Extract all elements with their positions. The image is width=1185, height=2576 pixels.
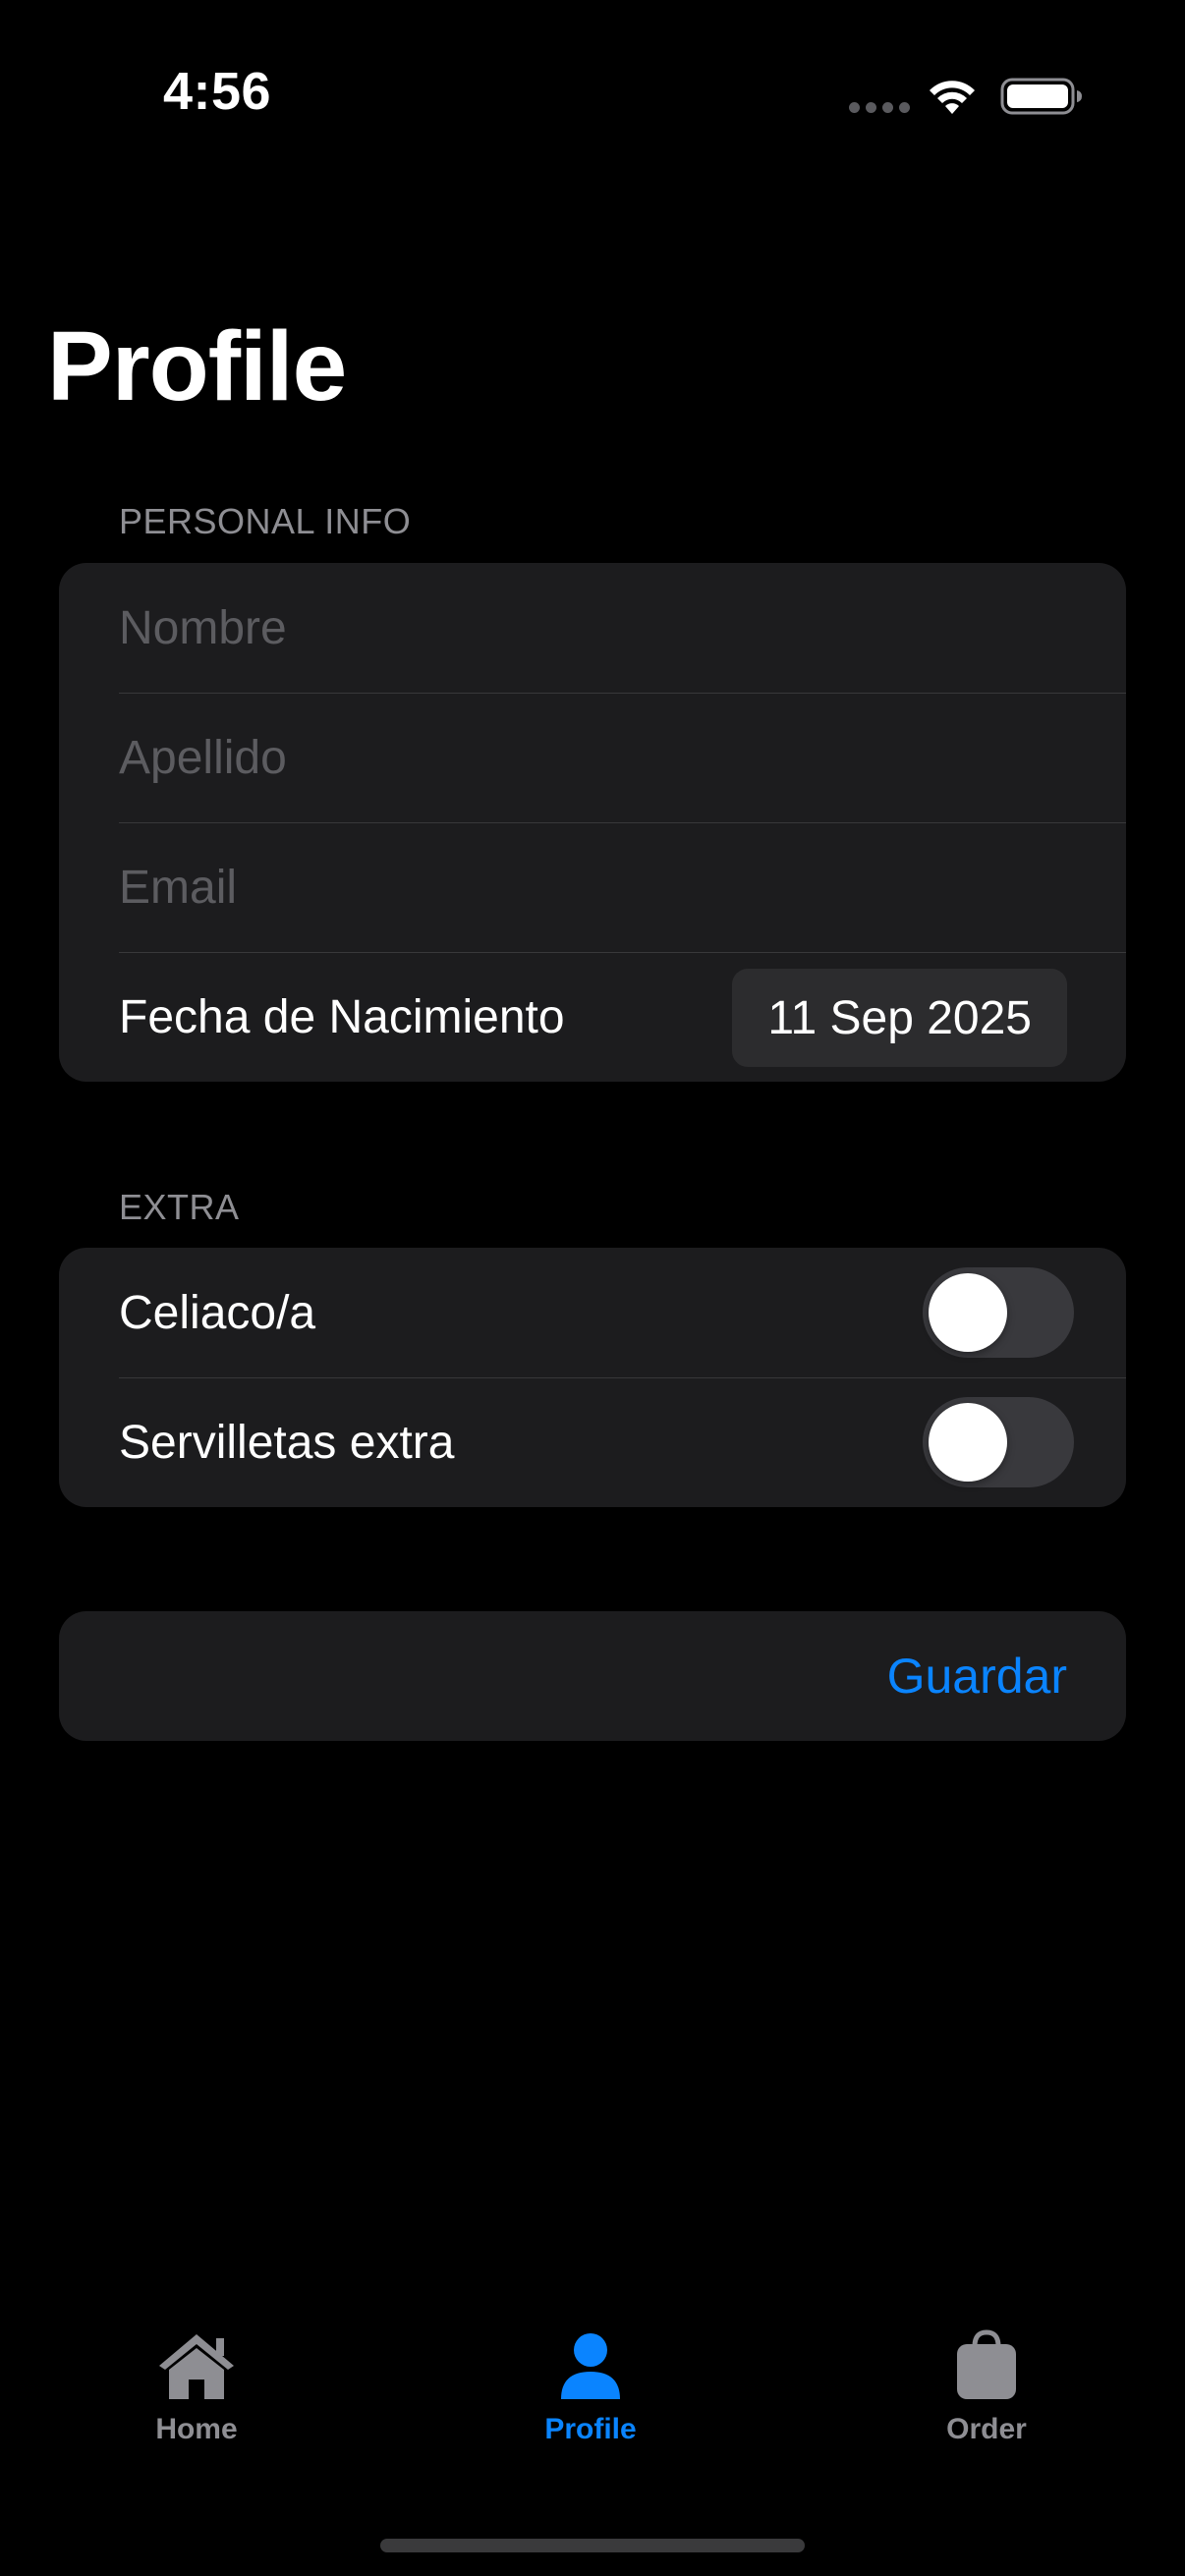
celiaco-row: Celiaco/a [59, 1248, 1126, 1377]
home-indicator[interactable] [380, 2539, 805, 2552]
personal-info-header: PERSONAL INFO [119, 501, 412, 541]
status-bar: 4:56 [0, 0, 1185, 196]
servilletas-row: Servilletas extra [59, 1377, 1126, 1507]
person-icon [561, 2333, 620, 2399]
page-title: Profile [47, 311, 347, 421]
tab-home[interactable]: Home [79, 2328, 314, 2486]
tab-profile-label: Profile [544, 2413, 637, 2445]
battery-icon [1000, 78, 1082, 115]
email-placeholder: Email [119, 861, 238, 914]
tab-order[interactable]: Order [869, 2328, 1104, 2486]
celiaco-toggle[interactable] [923, 1267, 1074, 1358]
tab-order-label: Order [946, 2413, 1027, 2445]
tab-home-label: Home [155, 2413, 238, 2445]
servilletas-label: Servilletas extra [119, 1416, 455, 1469]
nombre-placeholder: Nombre [119, 601, 287, 654]
house-icon [159, 2334, 234, 2399]
email-field[interactable]: Email [59, 822, 1126, 952]
apellido-field[interactable]: Apellido [59, 693, 1126, 822]
birthdate-row: Fecha de Nacimiento 11 Sep 2025 [59, 952, 1126, 1082]
servilletas-toggle[interactable] [923, 1397, 1074, 1487]
personal-info-card: Nombre Apellido Email Fecha de Nacimient… [59, 563, 1126, 1082]
nombre-field[interactable]: Nombre [59, 563, 1126, 693]
save-button[interactable]: Guardar [887, 1611, 1067, 1741]
toggle-knob [929, 1403, 1007, 1482]
celiaco-label: Celiaco/a [119, 1286, 316, 1339]
birthdate-label: Fecha de Nacimiento [119, 990, 565, 1043]
bag-icon [957, 2329, 1016, 2399]
extra-card: Celiaco/a Servilletas extra [59, 1248, 1126, 1507]
birthdate-picker-button[interactable]: 11 Sep 2025 [732, 969, 1067, 1067]
save-row[interactable]: Guardar [59, 1611, 1126, 1741]
extra-header: EXTRA [119, 1187, 240, 1227]
tab-bar: Home Profile Order [0, 2328, 1185, 2486]
tab-profile[interactable]: Profile [473, 2328, 708, 2486]
toggle-knob [929, 1273, 1007, 1352]
apellido-placeholder: Apellido [119, 731, 287, 784]
wifi-icon [930, 81, 975, 114]
cellular-signal-icon [849, 102, 910, 113]
status-time: 4:56 [163, 62, 272, 121]
